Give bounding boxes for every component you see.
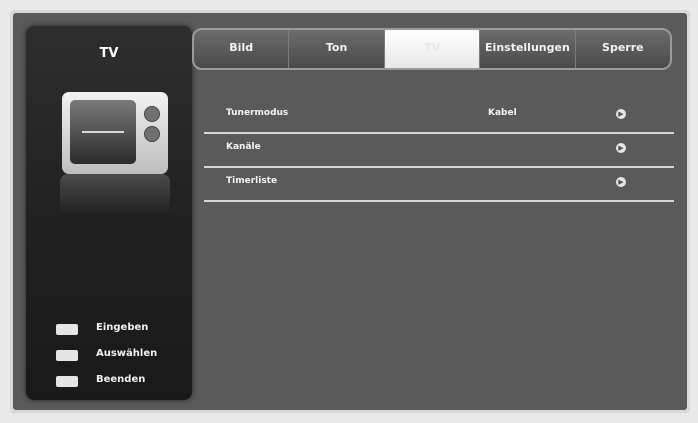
menu-item-value: Kabel: [488, 108, 517, 118]
tv-menu-screen: TV Eingeben Auswählen Beenden Bild Ton T…: [10, 10, 690, 413]
menu-item-label: Timerliste: [226, 176, 278, 186]
arrow-right-icon: ▶: [616, 143, 626, 153]
arrow-right-icon: ▶: [616, 109, 626, 119]
panel-title: TV: [99, 46, 119, 61]
legend-label: Auswählen: [96, 348, 158, 359]
select-key-icon: [56, 350, 78, 361]
arrow-right-icon: ▶: [616, 177, 626, 187]
tab-einstellungen[interactable]: Einstellungen: [480, 30, 576, 68]
menu-list: Tunermodus Kabel ▶ Kanäle ▶ Timerliste ▶: [204, 100, 674, 202]
tab-bild[interactable]: Bild: [194, 30, 290, 68]
menu-item-timerliste[interactable]: Timerliste ▶: [204, 168, 674, 202]
menu-item-label: Tunermodus: [226, 108, 289, 118]
tv-knob-icon: [144, 106, 160, 122]
tv-screen-line: [82, 131, 124, 133]
tv-screen-icon: [70, 100, 136, 164]
enter-key-icon: [56, 324, 78, 335]
exit-key-icon: [56, 376, 78, 387]
left-panel: TV Eingeben Auswählen Beenden: [26, 26, 192, 400]
tv-icon: [62, 92, 168, 174]
menu-item-kanaele[interactable]: Kanäle ▶: [204, 134, 674, 168]
tab-tv[interactable]: TV: [384, 30, 481, 68]
legend-label: Beenden: [96, 374, 146, 385]
legend-label: Eingeben: [96, 322, 149, 333]
tv-knob-icon: [144, 126, 160, 142]
tab-sperre[interactable]: Sperre: [576, 30, 670, 68]
tab-bar: Bild Ton TV Einstellungen Sperre: [192, 28, 672, 70]
menu-item-tunermodus[interactable]: Tunermodus Kabel ▶: [204, 100, 674, 134]
menu-item-label: Kanäle: [226, 142, 261, 152]
tab-ton[interactable]: Ton: [289, 30, 385, 68]
tv-icon-reflection: [60, 174, 170, 214]
